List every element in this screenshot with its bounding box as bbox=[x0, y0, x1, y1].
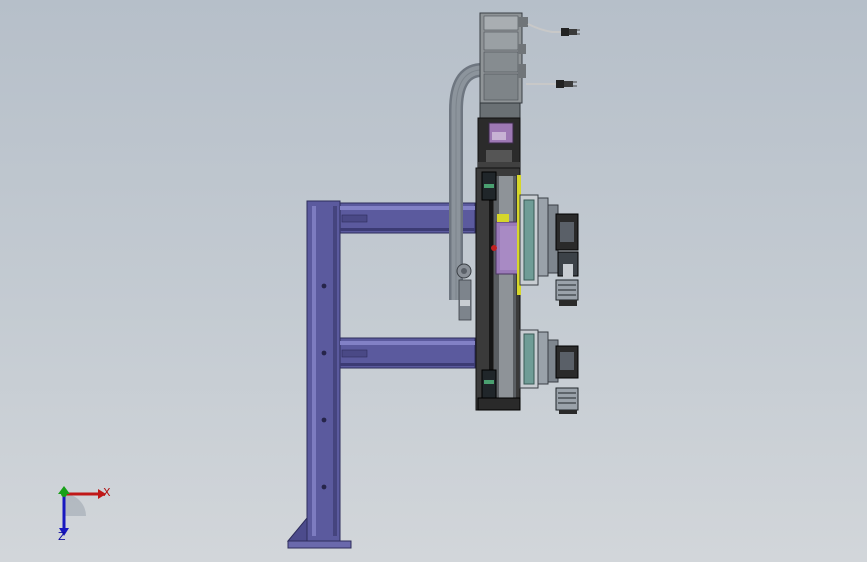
gripper-finger bbox=[555, 387, 579, 411]
lower-gripper[interactable] bbox=[519, 329, 579, 414]
z-axis-label: Z bbox=[58, 530, 66, 543]
servo-motor[interactable] bbox=[479, 12, 528, 119]
linear-module[interactable] bbox=[475, 167, 527, 411]
cable-clamp[interactable] bbox=[456, 263, 472, 321]
upper-gripper[interactable] bbox=[519, 194, 579, 306]
assembly-model[interactable] bbox=[0, 0, 867, 562]
post-hole bbox=[321, 484, 327, 490]
x-axis-label: X bbox=[103, 486, 111, 499]
post-hole bbox=[321, 283, 327, 289]
guide-rail bbox=[489, 176, 493, 402]
encoder-cable[interactable] bbox=[527, 23, 580, 36]
post-hole bbox=[321, 417, 327, 423]
coupling-housing[interactable] bbox=[477, 117, 521, 169]
base-gusset bbox=[286, 516, 308, 542]
post-hole bbox=[321, 350, 327, 356]
indicator-light bbox=[491, 245, 497, 251]
power-cable[interactable] bbox=[526, 80, 577, 88]
base-plate bbox=[287, 540, 352, 549]
support-frame[interactable] bbox=[286, 200, 476, 549]
cad-viewport[interactable]: X Z bbox=[0, 0, 867, 562]
